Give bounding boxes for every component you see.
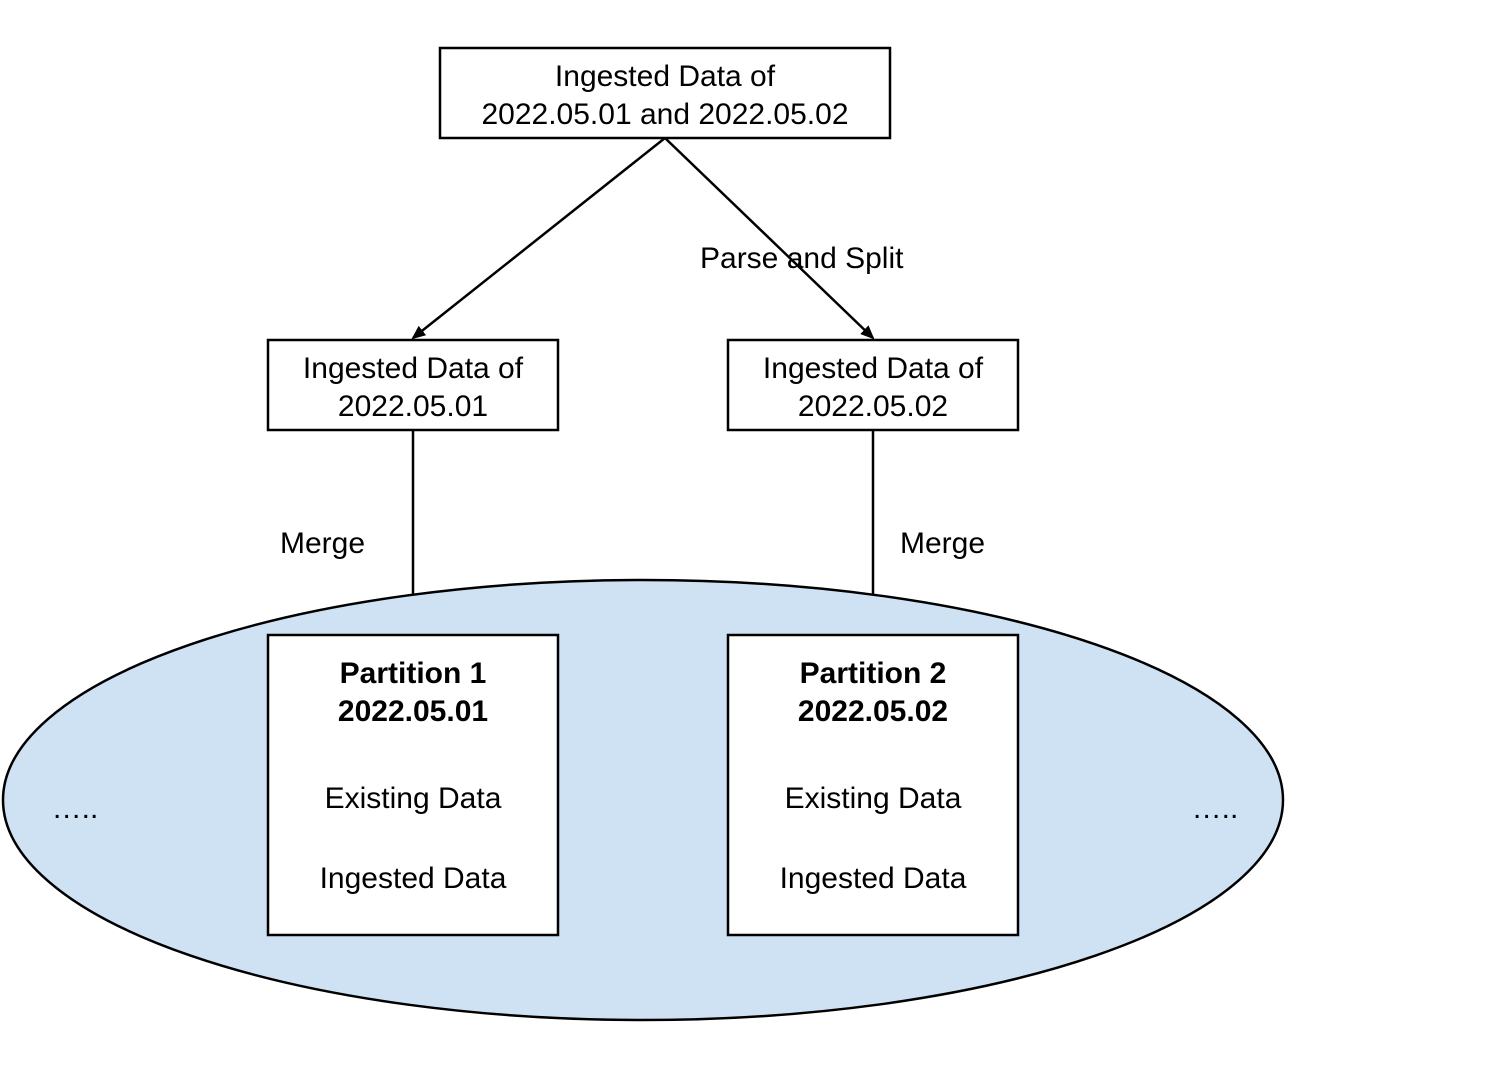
partition-1-title: Partition 1 — [340, 657, 487, 690]
ingested-data-left-line2: 2022.05.01 — [338, 390, 488, 423]
ingested-data-combined-line1: Ingested Data of — [555, 60, 776, 93]
merge-label-right: Merge — [900, 527, 985, 560]
ingested-data-left-line1: Ingested Data of — [303, 352, 524, 385]
merge-label-left: Merge — [280, 527, 365, 560]
ellipsis-right: ….. — [1192, 792, 1239, 825]
partition-1-existing: Existing Data — [325, 782, 502, 815]
partition-2-existing: Existing Data — [785, 782, 962, 815]
storage-ellipse — [3, 580, 1283, 1020]
partition-2-ingested: Ingested Data — [780, 862, 967, 895]
partition-1-date: 2022.05.01 — [338, 695, 488, 728]
ingested-data-right-line2: 2022.05.02 — [798, 390, 948, 423]
partition-2-title: Partition 2 — [800, 657, 947, 690]
ingested-data-right-line1: Ingested Data of — [763, 352, 984, 385]
parse-split-label: Parse and Split — [700, 242, 904, 275]
ingested-data-combined-line2: 2022.05.01 and 2022.05.02 — [481, 98, 848, 131]
partition-1-ingested: Ingested Data — [320, 862, 507, 895]
ellipsis-left: ….. — [52, 792, 99, 825]
partition-2-date: 2022.05.02 — [798, 695, 948, 728]
arrow-top-to-right — [665, 138, 873, 338]
arrow-top-to-left — [413, 138, 665, 338]
